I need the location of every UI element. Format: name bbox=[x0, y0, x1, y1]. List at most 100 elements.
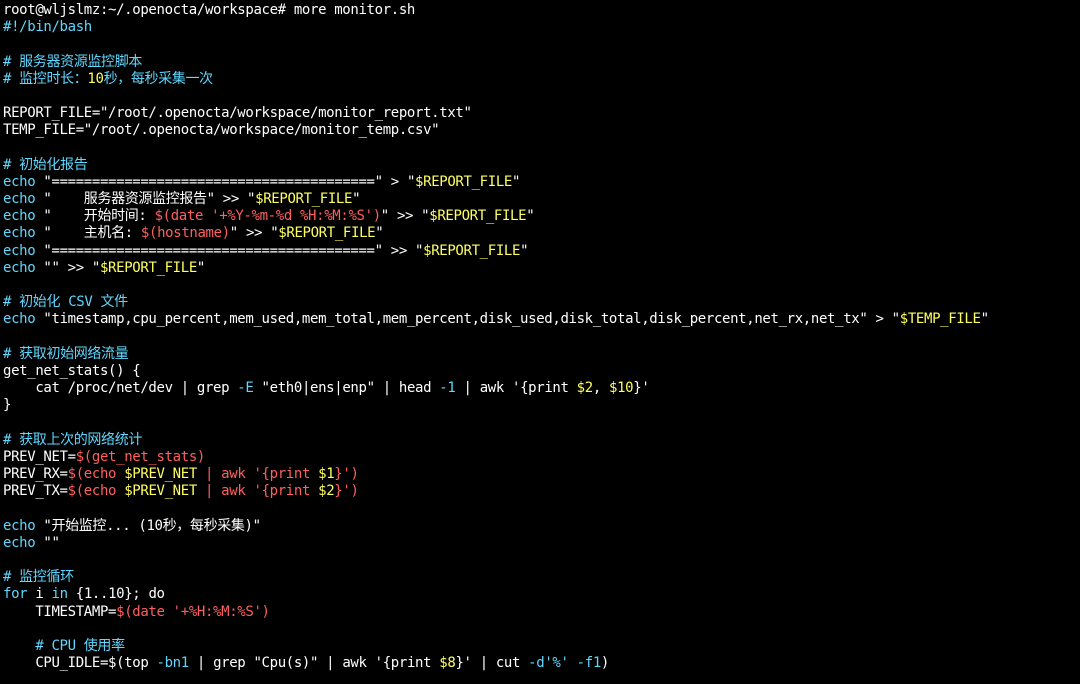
code-token-comment: # 获取初始网络流量 bbox=[3, 345, 129, 362]
code-token-subst: $(echo bbox=[67, 466, 125, 483]
code-line: PREV_NET=$(get_net_stats) bbox=[3, 449, 1077, 466]
code-token-comment: # 获取上次的网络统计 bbox=[3, 431, 143, 448]
code-token-default: CPU_IDLE=$(top bbox=[3, 655, 157, 672]
code-token-default: cat /proc/net/dev | grep bbox=[3, 380, 238, 397]
terminal-window[interactable]: root@wljslmz:~/.openocta/workspace# more… bbox=[0, 0, 1080, 684]
code-token-default: i bbox=[27, 586, 52, 603]
code-token-default: }' bbox=[633, 380, 650, 397]
code-token-default: , bbox=[592, 380, 609, 397]
code-line: # 监控循环 bbox=[3, 569, 1077, 586]
code-line: echo "==================================… bbox=[3, 174, 1077, 191]
code-token-comment: # 监控循环 bbox=[3, 569, 74, 586]
code-token-variable: $REPORT_FILE bbox=[423, 242, 521, 259]
code-token-default: root@wljslmz:~/.openocta/workspace# more… bbox=[3, 2, 416, 18]
code-line: get_net_stats() { bbox=[3, 363, 1077, 380]
code-token-string: " bbox=[520, 242, 529, 259]
code-token-string: " bbox=[980, 311, 989, 328]
code-token-comment: #!/bin/bash bbox=[3, 19, 92, 36]
code-line: CPU_IDLE=$(top -bn1 | grep "Cpu(s)" | aw… bbox=[3, 655, 1077, 672]
code-token-variable: $2 bbox=[318, 483, 335, 500]
code-token-variable: $REPORT_FILE bbox=[415, 173, 512, 190]
code-token-string: " bbox=[196, 259, 206, 276]
code-line: # 获取初始网络流量 bbox=[3, 346, 1077, 363]
code-token-keyword: -f1 bbox=[576, 655, 602, 672]
code-token-string: "=======================================… bbox=[35, 242, 424, 259]
code-token-default: PREV_TX= bbox=[3, 483, 68, 500]
code-token-keyword: CSV bbox=[68, 294, 93, 311]
code-token-comment: 秒，每秒采集一次 bbox=[103, 70, 214, 87]
code-token-default: PREV_NET= bbox=[3, 448, 76, 465]
code-token-subst: $(hostname) bbox=[140, 225, 230, 242]
code-token-keyword: -d'%' bbox=[528, 655, 569, 672]
code-token-default: | awk '{print bbox=[455, 380, 577, 397]
code-token-keyword: echo bbox=[3, 259, 36, 276]
code-token-string: " bbox=[511, 173, 521, 190]
code-token-variable: $1 bbox=[318, 466, 335, 483]
code-line: echo " 主机名: $(hostname)" >> "$REPORT_FIL… bbox=[3, 225, 1077, 242]
shell-prompt-line: root@wljslmz:~/.openocta/workspace# more… bbox=[3, 2, 1077, 19]
code-token-number: 10 bbox=[87, 70, 104, 87]
code-token-string: "开始监控... (10秒，每秒采集)" bbox=[35, 517, 261, 534]
code-line: #!/bin/bash bbox=[3, 19, 1077, 36]
code-token-subst: | awk '{print bbox=[196, 483, 319, 500]
code-token-keyword: echo bbox=[3, 534, 36, 551]
code-line: echo "" >> "$REPORT_FILE" bbox=[3, 260, 1077, 277]
code-token-default: PREV_RX= bbox=[3, 466, 68, 483]
code-token-keyword: -E bbox=[237, 380, 254, 397]
code-token-keyword: echo bbox=[3, 242, 36, 259]
code-token-keyword: -1 bbox=[439, 380, 456, 397]
code-token-keyword: in bbox=[51, 586, 69, 603]
code-line: TEMP_FILE="/root/.openocta/workspace/mon… bbox=[3, 122, 1077, 139]
code-line: # 初始化 CSV 文件 bbox=[3, 294, 1077, 311]
code-token-variable: $PREV_NET bbox=[124, 483, 197, 500]
code-token-string: "=======================================… bbox=[35, 173, 416, 190]
code-line: # CPU 使用率 bbox=[3, 638, 1077, 655]
code-token-variable: $10 bbox=[608, 380, 634, 397]
code-token-keyword: echo bbox=[3, 208, 36, 225]
code-token-default: {1..10}; do bbox=[67, 586, 165, 603]
code-token-string: "" bbox=[35, 534, 60, 551]
code-token-string: " bbox=[375, 225, 384, 242]
code-token-comment: # 初始化报告 bbox=[3, 156, 88, 173]
code-token-keyword: -bn1 bbox=[156, 655, 190, 672]
code-token-string: " 主机名: bbox=[35, 225, 141, 242]
code-token-default: ) bbox=[600, 655, 610, 672]
code-token-default: TEMP_FILE="/root/.openocta/workspace/mon… bbox=[3, 122, 440, 139]
code-token-string: " 开始时间: bbox=[35, 208, 155, 225]
code-line: for i in {1..10}; do bbox=[3, 586, 1077, 603]
code-line: # 获取上次的网络统计 bbox=[3, 432, 1077, 449]
code-token-keyword: echo bbox=[3, 225, 36, 242]
code-token-string: "timestamp,cpu_percent,mem_used,mem_tota… bbox=[35, 311, 900, 328]
code-token-variable: $2 bbox=[576, 380, 594, 397]
code-token-subst: }') bbox=[334, 483, 359, 500]
code-line: } bbox=[3, 397, 1077, 414]
code-line: echo "" bbox=[3, 535, 1077, 552]
code-token-string: " bbox=[526, 208, 535, 225]
code-token-string: " 服务器资源监控报告" >> " bbox=[35, 191, 256, 208]
code-line: PREV_TX=$(echo $PREV_NET | awk '{print $… bbox=[3, 483, 1077, 500]
code-token-variable: $REPORT_FILE bbox=[99, 259, 197, 276]
code-token-variable: $PREV_NET bbox=[124, 466, 197, 483]
code-token-string: "" >> " bbox=[35, 259, 100, 276]
code-token-default: }' | cut bbox=[455, 655, 529, 672]
code-line: echo " 开始时间: $(date '+%Y-%m-%d %H:%M:%S'… bbox=[3, 208, 1077, 225]
code-line: # 服务器资源监控脚本 bbox=[3, 54, 1077, 71]
code-line: echo "开始监控... (10秒，每秒采集)" bbox=[3, 518, 1077, 535]
code-token-subst: $(get_net_stats) bbox=[75, 448, 206, 465]
code-token-comment: # 初始化 bbox=[3, 294, 69, 311]
code-token-subst: $(date '+%Y-%m-%d %H:%M:%S') bbox=[154, 208, 382, 225]
code-token-default: TIMESTAMP= bbox=[3, 603, 117, 620]
code-token-variable: $REPORT_FILE bbox=[429, 208, 527, 225]
code-token-default: | grep "Cpu(s)" | awk '{print bbox=[188, 655, 440, 672]
code-token-subst: $(date '+%H:%M:%S') bbox=[116, 603, 270, 620]
code-token-string: " >> " bbox=[380, 208, 430, 225]
code-token-subst: | awk '{print bbox=[196, 466, 319, 483]
code-line: echo " 服务器资源监控报告" >> "$REPORT_FILE" bbox=[3, 191, 1077, 208]
